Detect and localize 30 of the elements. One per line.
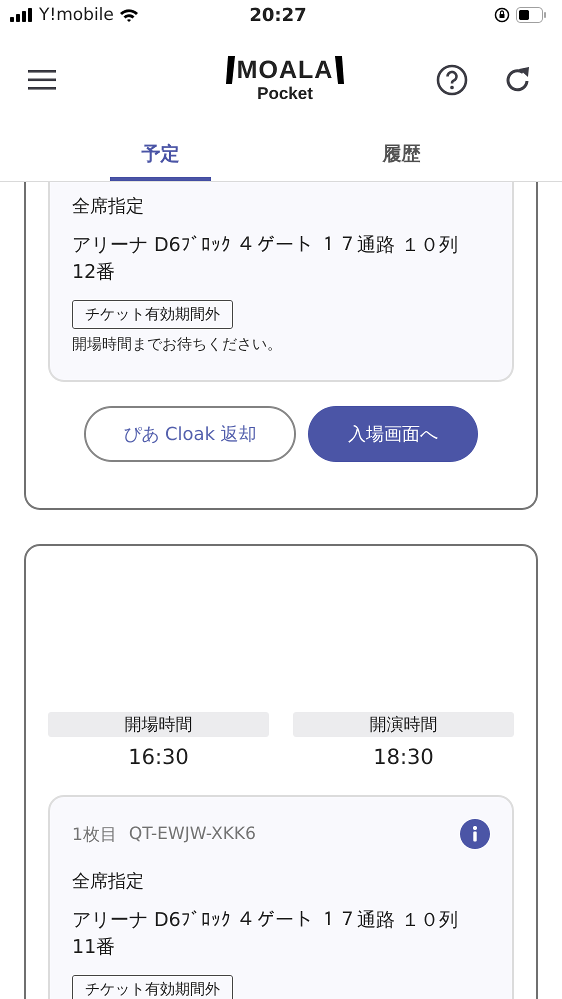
wifi-icon	[118, 8, 139, 22]
signal-icon	[10, 8, 34, 22]
logo-subtitle: Pocket	[257, 84, 313, 104]
seat-type: 全席指定	[72, 195, 145, 218]
seat-info: アリーナ D6ﾌﾞﾛｯｸ ４ゲート １７通路 １０列 11番	[72, 908, 459, 960]
time-label: 開場時間	[48, 712, 269, 737]
logo-mark-icon	[335, 56, 344, 84]
rotation-lock-icon	[494, 7, 510, 23]
return-button[interactable]: ぴあ Cloak 返却	[84, 406, 296, 462]
ticket-note: 開場時間までお待ちください。	[72, 335, 283, 354]
refresh-icon[interactable]	[504, 66, 532, 94]
seat-info: アリーナ D6ﾌﾞﾛｯｸ ４ゲート １７通路 １０列 12番	[72, 233, 459, 285]
seat-type: 全席指定	[72, 870, 145, 893]
ticket-code: QT-EWJW-XKK6	[128, 824, 257, 844]
entry-button[interactable]: 入場画面へ	[308, 406, 478, 462]
help-icon[interactable]	[436, 64, 468, 96]
ticket-status: チケット有効期間外	[72, 975, 233, 999]
time-value: 18:30	[373, 745, 434, 769]
ticket-number: 1枚目	[72, 824, 117, 846]
ticket-status: チケット有効期間外	[72, 300, 233, 329]
carrier-name: Y!mobile	[39, 5, 114, 25]
time-label: 開演時間	[293, 712, 514, 737]
battery-icon	[516, 7, 546, 23]
menu-icon[interactable]	[28, 70, 56, 90]
logo-mark-icon	[226, 56, 235, 84]
clock-time: 20:27	[249, 4, 307, 26]
logo-text: MOALA	[236, 56, 334, 84]
time-value: 16:30	[128, 745, 189, 769]
info-icon[interactable]	[460, 819, 490, 849]
tab[interactable]: 履歴	[351, 130, 452, 181]
